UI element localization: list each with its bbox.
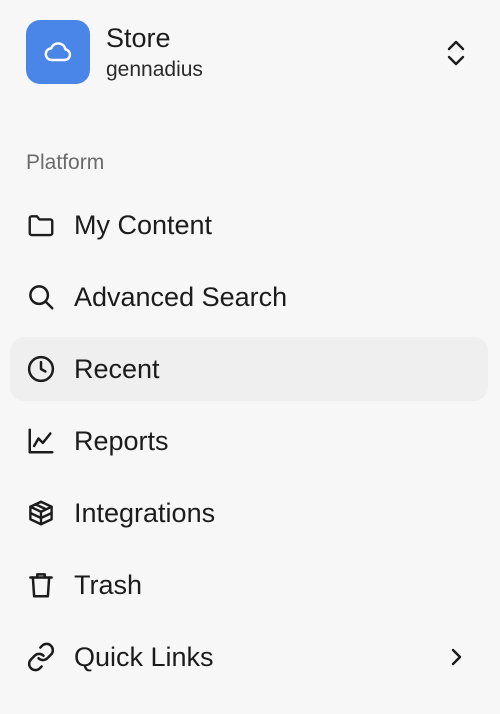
link-icon [26,642,56,672]
nav-label-integrations: Integrations [74,498,216,528]
nav-item-advanced-search[interactable]: Advanced Search [10,265,488,329]
nav-item-integrations[interactable]: Integrations [10,481,488,545]
trash-icon [26,570,56,600]
nav-label-advanced-search: Advanced Search [74,282,288,312]
workspace-text: Store gennadius [106,22,203,83]
folder-icon [26,210,56,240]
nav-item-my-content[interactable]: My Content [10,193,488,257]
workspace-logo [26,20,90,84]
chevron-right-icon[interactable] [444,645,468,669]
nav-label-quick-links: Quick Links [74,642,214,672]
workspace-name: Store [106,23,171,53]
nav-label-my-content: My Content [74,210,213,240]
box-icon [26,498,56,528]
nav-item-trash[interactable]: Trash [10,553,488,617]
chevrons-up-down-icon[interactable] [444,38,468,68]
cloud-icon [42,36,74,68]
nav-item-recent[interactable]: Recent [10,337,488,401]
nav-item-reports[interactable]: Reports [10,409,488,473]
clock-icon [26,354,56,384]
nav-list: My Content Advanced Search Recent Report… [10,193,488,697]
sidebar: Store gennadius Platform My Content Adva… [0,0,500,714]
workspace-user: gennadius [106,58,203,81]
nav-label-reports: Reports [74,426,169,456]
section-label: Platform [26,151,105,174]
nav-item-quick-links[interactable]: Quick Links [10,625,488,689]
workspace-switcher[interactable]: Store gennadius [10,8,488,96]
search-icon [26,282,56,312]
nav-label-trash: Trash [74,570,143,600]
line-chart-icon [26,426,56,456]
nav-label-recent: Recent [74,354,160,384]
